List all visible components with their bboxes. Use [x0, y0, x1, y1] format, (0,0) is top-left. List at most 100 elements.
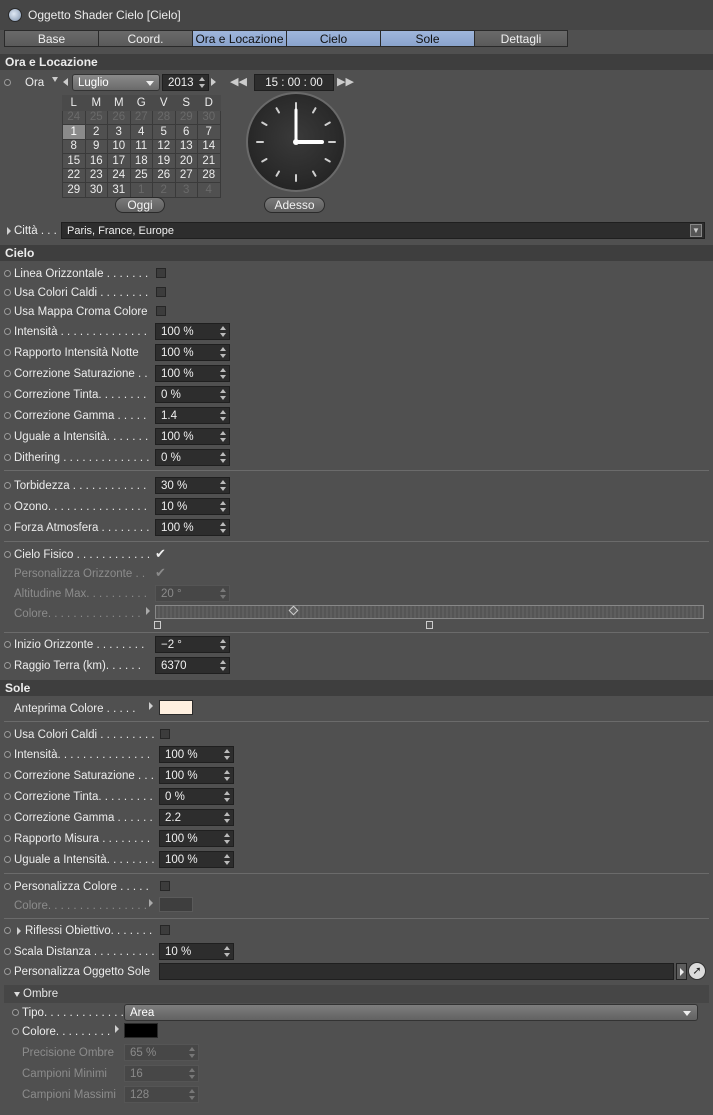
dithering-field[interactable]: 0 % — [155, 449, 230, 466]
link-menu-button[interactable] — [676, 963, 687, 980]
calendar-day[interactable]: 26 — [107, 109, 131, 125]
year-stepper-icon[interactable] — [199, 77, 205, 88]
animate-dot-icon[interactable] — [4, 289, 11, 296]
sun-object-link-field[interactable] — [159, 963, 674, 980]
stepper-icon[interactable] — [220, 639, 226, 650]
stepper-icon[interactable] — [220, 347, 226, 358]
calendar-day[interactable]: 20 — [174, 153, 198, 169]
year-field[interactable]: 2013 — [162, 74, 209, 91]
collapse-arrow-icon[interactable] — [14, 991, 20, 997]
analog-clock-icon[interactable] — [246, 92, 346, 192]
gradient-midpoint-icon[interactable] — [288, 605, 299, 616]
calendar-day[interactable]: 21 — [197, 153, 221, 169]
animate-dot-icon[interactable] — [4, 662, 11, 669]
expand-arrow-icon[interactable] — [115, 1025, 119, 1033]
stepper-icon[interactable] — [220, 660, 226, 671]
calendar-day[interactable]: 27 — [129, 109, 153, 125]
city-field[interactable]: Paris, France, Europe ▼ — [61, 222, 705, 239]
calendar-day[interactable]: 16 — [84, 153, 108, 169]
animate-dot-icon[interactable] — [4, 948, 11, 955]
stepper-icon[interactable] — [224, 791, 230, 802]
calendar-day[interactable]: 24 — [107, 167, 131, 183]
tab-sky[interactable]: Cielo — [286, 30, 380, 47]
calendar-day[interactable]: 29 — [174, 109, 198, 125]
calendar-day[interactable]: 30 — [197, 109, 221, 125]
calendar-day[interactable]: 19 — [152, 153, 176, 169]
animate-dot-icon[interactable] — [4, 454, 11, 461]
prev-month-icon[interactable] — [63, 78, 68, 86]
tab-coord[interactable]: Coord. — [98, 30, 192, 47]
chroma-map-checkbox[interactable] — [156, 306, 166, 316]
horizon-start-field[interactable]: −2 ° — [155, 636, 230, 653]
stepper-icon[interactable] — [224, 833, 230, 844]
stepper-icon[interactable] — [220, 326, 226, 337]
calendar-day[interactable]: 13 — [174, 138, 198, 154]
custom-horizon-checkbox[interactable]: ✔ — [155, 566, 166, 579]
animate-dot-icon[interactable] — [4, 503, 11, 510]
expand-arrow-icon[interactable] — [146, 607, 150, 615]
today-button[interactable]: Oggi — [115, 197, 165, 213]
tab-base[interactable]: Base — [4, 30, 98, 47]
sun-warm-colors-checkbox[interactable] — [160, 729, 170, 739]
intensity-field[interactable]: 100 % — [155, 323, 230, 340]
physical-sky-checkbox[interactable]: ✔ — [155, 547, 166, 560]
earth-radius-field[interactable]: 6370 — [155, 657, 230, 674]
tab-time-location[interactable]: Ora e Locazione — [192, 30, 286, 47]
atmosphere-field[interactable]: 100 % — [155, 519, 230, 536]
calendar-day[interactable]: 1 — [129, 182, 153, 198]
calendar-day[interactable]: 14 — [197, 138, 221, 154]
stepper-icon[interactable] — [220, 452, 226, 463]
animate-dot-icon[interactable] — [4, 391, 11, 398]
calendar-day[interactable]: 17 — [107, 153, 131, 169]
sun-color-swatch[interactable] — [159, 897, 193, 912]
calendar-day[interactable]: 27 — [174, 167, 198, 183]
calendar-day[interactable]: 10 — [107, 138, 131, 154]
stepper-icon[interactable] — [189, 1068, 195, 1079]
sun-intensity-field[interactable]: 100 % — [159, 746, 234, 763]
calendar-day[interactable]: 25 — [84, 109, 108, 125]
calendar-day[interactable]: 18 — [129, 153, 153, 169]
stepper-icon[interactable] — [224, 854, 230, 865]
animate-dot-icon[interactable] — [4, 328, 11, 335]
animate-dot-icon[interactable] — [12, 1028, 19, 1035]
saturation-field[interactable]: 100 % — [155, 365, 230, 382]
stepper-icon[interactable] — [220, 368, 226, 379]
calendar-day[interactable]: 7 — [197, 124, 221, 140]
stepper-icon[interactable] — [224, 946, 230, 957]
rewind-icon[interactable]: ◀◀ — [230, 75, 247, 88]
expand-arrow-icon[interactable] — [17, 927, 21, 935]
sun-tint-field[interactable]: 0 % — [159, 788, 234, 805]
calendar-day[interactable]: 28 — [152, 109, 176, 125]
animate-dot-icon[interactable] — [4, 814, 11, 821]
animate-dot-icon[interactable] — [4, 751, 11, 758]
calendar-day[interactable]: 2 — [84, 124, 108, 140]
stepper-icon[interactable] — [220, 501, 226, 512]
animate-dot-icon[interactable] — [4, 731, 11, 738]
animate-dot-icon[interactable] — [4, 412, 11, 419]
stepper-icon[interactable] — [220, 389, 226, 400]
shadows-group-header[interactable]: Ombre — [4, 985, 709, 1003]
tab-sun[interactable]: Sole — [380, 30, 474, 47]
animate-dot-icon[interactable] — [4, 772, 11, 779]
calendar-day[interactable]: 8 — [62, 138, 86, 154]
sun-custom-color-checkbox[interactable] — [160, 881, 170, 891]
calendar-day[interactable]: 4 — [197, 182, 221, 198]
gradient-knot-icon[interactable] — [426, 621, 433, 629]
expand-arrow-icon[interactable] — [149, 899, 153, 907]
sun-equal-intensity-field[interactable]: 100 % — [159, 851, 234, 868]
animate-dot-icon[interactable] — [4, 308, 11, 315]
equal-intensity-field[interactable]: 100 % — [155, 428, 230, 445]
animate-dot-icon[interactable] — [4, 370, 11, 377]
calendar-day[interactable]: 15 — [62, 153, 86, 169]
sun-gamma-field[interactable]: 2.2 — [159, 809, 234, 826]
animate-dot-icon[interactable] — [4, 270, 11, 277]
calendar-day[interactable]: 3 — [174, 182, 198, 198]
sun-preview-swatch[interactable] — [159, 700, 193, 715]
gradient-knot-icon[interactable] — [154, 621, 161, 629]
dropdown-icon[interactable]: ▼ — [690, 224, 702, 237]
shadow-color-swatch[interactable] — [124, 1023, 158, 1038]
calendar-day[interactable]: 26 — [152, 167, 176, 183]
calendar-day[interactable]: 9 — [84, 138, 108, 154]
stepper-icon[interactable] — [224, 749, 230, 760]
shadow-precision-field[interactable]: 65 % — [124, 1044, 199, 1061]
